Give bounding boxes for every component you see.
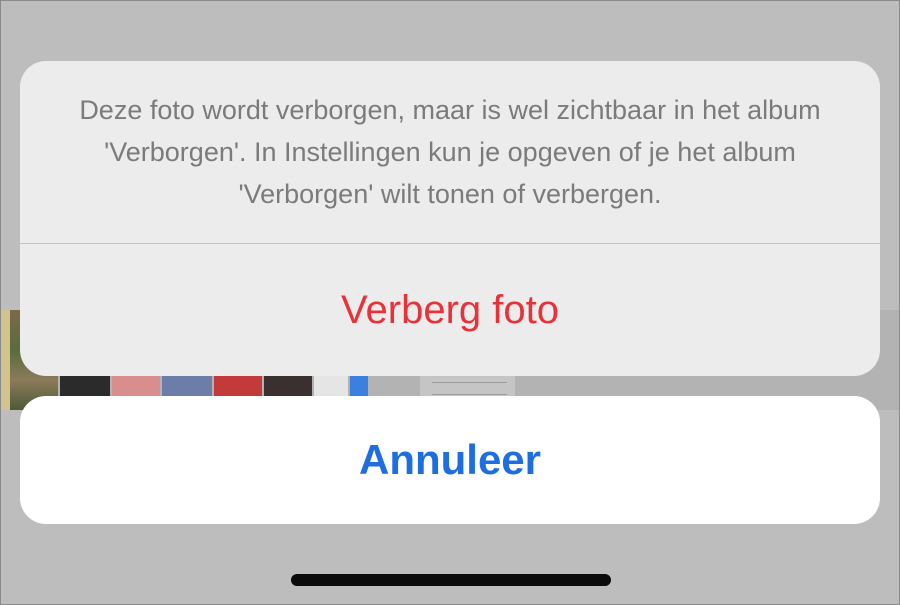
action-sheet-message: Deze foto wordt verborgen, maar is wel z… [79,95,821,209]
action-sheet: Deze foto wordt verborgen, maar is wel z… [20,61,880,376]
home-indicator-bar[interactable] [291,574,611,586]
cancel-button[interactable]: Annuleer [20,396,880,524]
hide-photo-button[interactable]: Verberg foto [20,244,880,376]
